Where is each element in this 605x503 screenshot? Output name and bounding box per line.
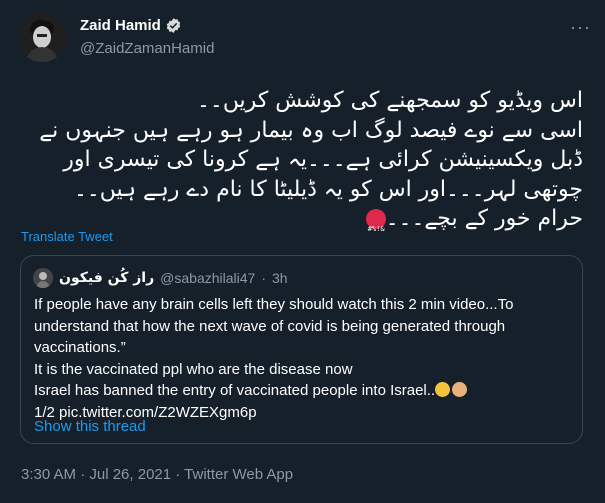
tweet-footer-meta[interactable]: 3:30 AM · Jul 26, 2021 · Twitter Web App (21, 466, 293, 483)
tweet-line: اسی سے نوے فیصد لوگ اب وہ بیمار ہو رہے ہ… (39, 117, 583, 143)
quoted-header: راز کُن فیکون @sabazhilali47 · 3h (33, 268, 288, 288)
tweet-line: اس ویڈیو کو سمجھنے کی کوشش کریں۔۔ (197, 88, 583, 113)
tweet-line: ڈبل ویکسینیشن کرائی ہے۔۔۔یہ ہے کرونا کی … (63, 147, 583, 172)
quoted-tweet[interactable]: راز کُن فیکون @sabazhilali47 · 3h If peo… (20, 255, 583, 444)
tweet-line: چوتھی لہر۔۔۔اور اس کو یہ ڈیلیٹا کا نام د… (73, 176, 583, 202)
tweet-line: حرام خور کے بچے۔۔۔ (385, 206, 583, 231)
quoted-author-name: راز کُن فیکون (59, 270, 155, 286)
meta-separator: · (261, 270, 266, 286)
translate-tweet-link[interactable]: Translate Tweet (21, 229, 113, 244)
quoted-line: vaccinations.” (34, 339, 126, 356)
quoted-time: 3h (271, 270, 288, 286)
angry-face-emoji (365, 209, 386, 245)
author-handle[interactable]: @ZaidZamanHamid (80, 40, 214, 57)
quoted-line: understand that how the next wave of cov… (34, 317, 506, 335)
quoted-line-with-emoji: Israel has banned the entry of vaccinate… (34, 380, 554, 402)
author-name[interactable]: Zaid Hamid (80, 17, 161, 34)
quoted-avatar (33, 268, 53, 288)
quoted-author-handle: @sabazhilali47 (160, 270, 256, 286)
quoted-line: If people have any brain cells left they… (34, 296, 514, 313)
more-options-icon[interactable]: ··· (570, 18, 591, 36)
tweet-body: اس ویڈیو کو سمجھنے کی کوشش کریں۔۔ اسی سے… (23, 86, 583, 245)
tweet-card: Zaid Hamid @ZaidZamanHamid ··· اس ویڈیو … (0, 0, 605, 503)
flushed-face-emoji (435, 382, 451, 397)
quoted-body: If people have any brain cells left they… (34, 294, 554, 423)
author-avatar[interactable] (17, 12, 67, 62)
show-thread-link[interactable]: Show this thread (34, 418, 146, 435)
quoted-line: Israel has banned the entry of vaccinate… (34, 382, 436, 399)
verified-badge-icon (165, 17, 182, 34)
author-name-row: Zaid Hamid (80, 17, 182, 34)
man-facepalming-emoji (452, 382, 468, 397)
quoted-line: It is the vaccinated ppl who are the dis… (34, 360, 353, 378)
